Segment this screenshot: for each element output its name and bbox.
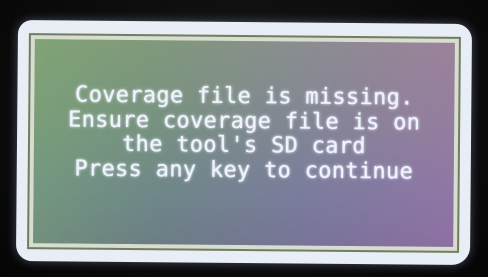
message-line-ensure: Ensure coverage file is on xyxy=(67,106,421,136)
screen-frame: Coverage file is missing. Ensure coverag… xyxy=(27,33,461,253)
message-line-continue-prompt: Press any key to continue xyxy=(74,156,414,184)
device-photo: Coverage file is missing. Ensure coverag… xyxy=(0,0,488,277)
lcd-screen: Coverage file is missing. Ensure coverag… xyxy=(15,20,473,265)
error-message: Coverage file is missing. Ensure coverag… xyxy=(34,83,455,185)
error-dialog[interactable]: Coverage file is missing. Ensure coverag… xyxy=(33,39,455,247)
